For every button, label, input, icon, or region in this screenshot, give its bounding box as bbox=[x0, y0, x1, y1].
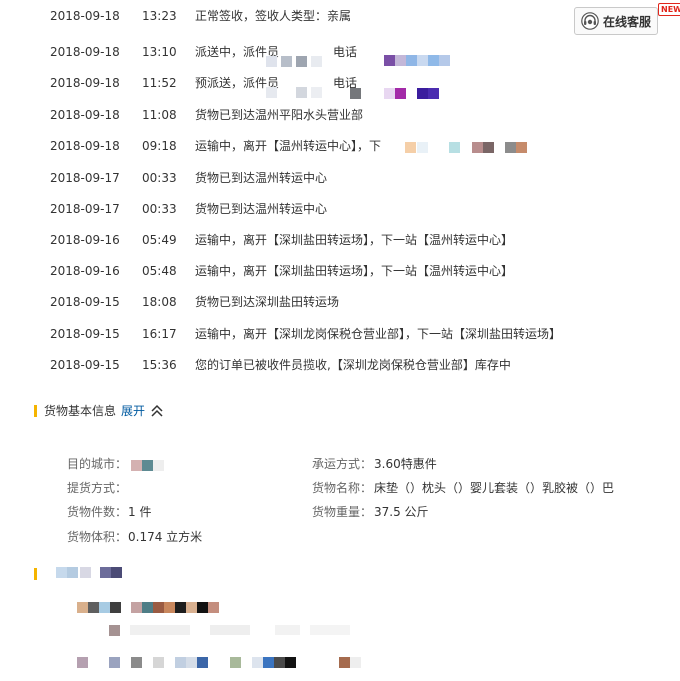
track-date: 2018-09-15 bbox=[50, 295, 120, 309]
volume-value: 0.174 立方米 bbox=[128, 530, 203, 544]
headset-icon bbox=[581, 12, 599, 30]
track-date: 2018-09-15 bbox=[50, 358, 120, 372]
track-time: 13:10 bbox=[142, 45, 177, 59]
track-date: 2018-09-17 bbox=[50, 171, 120, 185]
track-time: 15:36 bbox=[142, 358, 177, 372]
track-time: 11:52 bbox=[142, 76, 177, 90]
shipping-label: 承运方式： bbox=[312, 457, 373, 471]
track-desc: 货物已到达温州转运中心 bbox=[195, 171, 328, 185]
pieces-value: 1 件 bbox=[128, 505, 152, 519]
track-date: 2018-09-18 bbox=[50, 45, 120, 59]
track-desc: 运输中，离开【深圳龙岗保税仓营业部】，下一站【深圳盐田转运场】 bbox=[195, 327, 562, 341]
expand-link[interactable]: 展开 bbox=[121, 401, 145, 421]
track-date: 2018-09-16 bbox=[50, 233, 120, 247]
chevron-up-icon[interactable] bbox=[150, 404, 164, 418]
track-desc: 货物已到达温州平阳水头营业部 bbox=[195, 108, 364, 122]
track-date: 2018-09-15 bbox=[50, 327, 120, 341]
track-desc: 货物已到达温州转运中心 bbox=[195, 202, 328, 216]
track-time: 18:08 bbox=[142, 295, 177, 309]
track-date: 2018-09-16 bbox=[50, 264, 120, 278]
track-date: 2018-09-17 bbox=[50, 202, 120, 216]
pieces-label: 货物件数： bbox=[67, 505, 128, 519]
track-date: 2018-09-18 bbox=[50, 108, 120, 122]
track-date: 2018-09-18 bbox=[50, 139, 120, 153]
cargo-name-label: 货物名称： bbox=[312, 481, 373, 495]
track-desc: 运输中，离开【深圳盐田转运场】，下一站【温州转运中心】 bbox=[195, 233, 514, 247]
section-accent-bar bbox=[34, 405, 37, 417]
track-date: 2018-09-18 bbox=[50, 9, 120, 23]
phone-label: 电话 bbox=[333, 45, 358, 59]
volume-label: 货物体积： bbox=[67, 530, 128, 544]
cargo-name-value: 床垫（）枕头（）婴儿套装（）乳胶被（）巴 bbox=[374, 481, 615, 495]
online-service-label: 在线客服 bbox=[603, 14, 652, 29]
track-desc: 您的订单已被收件员揽收,【深圳龙岗保税仓营业部】库存中 bbox=[195, 358, 511, 372]
pickup-label: 提货方式： bbox=[67, 481, 128, 495]
dest-city-label: 目的城市： bbox=[67, 457, 128, 471]
weight-value: 37.5 公斤 bbox=[374, 505, 429, 519]
online-service-button[interactable]: 在线客服 bbox=[574, 7, 658, 35]
track-time: 09:18 bbox=[142, 139, 177, 153]
track-desc: 正常签收，签收人类型：亲属 bbox=[195, 9, 352, 23]
track-desc: 货物已到达深圳盐田转运场 bbox=[195, 295, 340, 309]
track-time: 00:33 bbox=[142, 171, 177, 185]
second-section-header bbox=[34, 564, 154, 584]
track-time: 11:08 bbox=[142, 108, 177, 122]
track-time: 05:49 bbox=[142, 233, 177, 247]
new-badge: NEW bbox=[658, 3, 680, 16]
track-time: 00:33 bbox=[142, 202, 177, 216]
track-time: 13:23 bbox=[142, 9, 177, 23]
weight-label: 货物重量： bbox=[312, 505, 373, 519]
track-desc: 运输中，离开【温州转运中心】，下 bbox=[195, 139, 382, 153]
track-date: 2018-09-18 bbox=[50, 76, 120, 90]
section-accent-bar bbox=[34, 568, 37, 580]
track-time: 05:48 bbox=[142, 264, 177, 278]
basic-info-title: 货物基本信息 bbox=[44, 404, 117, 418]
shipping-value: 3.60特惠件 bbox=[374, 457, 437, 471]
track-time: 16:17 bbox=[142, 327, 177, 341]
basic-info-header: 货物基本信息 展开 bbox=[34, 401, 234, 421]
track-desc: 运输中，离开【深圳盐田转运场】，下一站【温州转运中心】 bbox=[195, 264, 514, 278]
